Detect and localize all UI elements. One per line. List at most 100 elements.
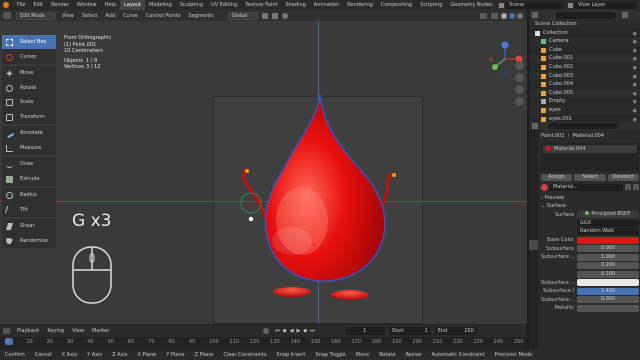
object-tab-icon[interactable] xyxy=(529,190,538,200)
subsurface-radius-x[interactable]: 1.000 xyxy=(577,253,639,261)
output-tab-icon[interactable] xyxy=(529,150,538,160)
current-frame-field[interactable]: 1 xyxy=(344,327,385,335)
tool-radius[interactable]: Radius xyxy=(2,188,56,203)
tab-layout[interactable]: Layout xyxy=(120,0,145,10)
menu-select[interactable]: Select xyxy=(78,13,101,19)
outliner-editor-icon[interactable] xyxy=(532,12,538,18)
editor-type-icon[interactable] xyxy=(3,12,11,19)
snap-icon[interactable] xyxy=(271,12,278,19)
menu-marker[interactable]: Marker xyxy=(88,328,113,334)
outliner-item[interactable]: Collection ◉ xyxy=(529,29,640,38)
orientation-selector[interactable]: Global xyxy=(227,11,258,20)
xray-icon[interactable] xyxy=(491,12,498,19)
outliner-item[interactable]: Cube.002 ◉ xyxy=(529,63,640,72)
play-reverse-icon[interactable]: ◀ xyxy=(290,328,294,334)
record-icon[interactable] xyxy=(263,328,270,334)
preview-panel-header[interactable]: › Preview xyxy=(541,194,639,203)
shading-material-icon[interactable] xyxy=(509,12,515,19)
tool-extrude[interactable]: Extrude xyxy=(2,171,56,186)
menu-view[interactable]: View xyxy=(58,13,78,19)
outliner-scene-collection[interactable]: Scene Collection xyxy=(529,20,640,29)
timeline-ruler[interactable]: 0 10 20 30 40 50 60 70 80 90 100 110 120 130 140 150 160… xyxy=(0,337,527,350)
assign-button[interactable]: Assign xyxy=(541,173,573,181)
outliner-item[interactable]: eyes ◉ xyxy=(529,105,640,115)
scene-selector[interactable]: Scene xyxy=(506,1,564,9)
blender-logo-icon[interactable] xyxy=(3,2,9,8)
tab-rendering[interactable]: Rendering xyxy=(343,0,377,10)
menu-curve[interactable]: Curve xyxy=(119,13,142,19)
material-slot-list[interactable]: Material.004 xyxy=(541,142,639,171)
tool-move[interactable]: Move xyxy=(2,66,56,81)
surface-panel-header[interactable]: ⌄ Surface xyxy=(541,202,639,211)
tool-transform[interactable]: Transform xyxy=(2,109,56,124)
start-frame-field[interactable]: Start 1 xyxy=(388,327,431,335)
subsurface-radius-z[interactable]: 0.100 xyxy=(577,270,639,278)
tab-texture-paint[interactable]: Texture Paint xyxy=(241,0,281,10)
proportional-icon[interactable] xyxy=(281,12,288,19)
surface-shader-field[interactable]: Principled BSDF xyxy=(577,211,639,219)
tab-geometry-nodes[interactable]: Geometry Nodes xyxy=(446,0,496,10)
jump-end-icon[interactable]: ⏭ xyxy=(310,328,315,334)
3d-viewport[interactable]: Select Box Cursor Move Rotate Scale Tran… xyxy=(0,21,527,324)
outliner-item[interactable]: Camera ◉ xyxy=(529,37,640,46)
physics-tab-icon[interactable] xyxy=(529,210,538,220)
view-layer-selector[interactable]: View Layer xyxy=(575,1,637,9)
next-key-icon[interactable]: ◆ xyxy=(303,328,307,334)
tab-uv-editing[interactable]: UV Editing xyxy=(207,0,241,10)
menu-timeline-view[interactable]: View xyxy=(68,328,88,334)
play-icon[interactable]: ▶ xyxy=(297,328,301,334)
tool-tab-icon[interactable] xyxy=(529,130,538,140)
tool-annotate[interactable]: Annotate xyxy=(2,126,56,141)
material-browse-icon[interactable] xyxy=(541,183,548,191)
data-tab-icon[interactable] xyxy=(529,230,538,240)
subsurface-color-swatch[interactable] xyxy=(577,279,639,287)
menu-help[interactable]: Help xyxy=(101,0,120,10)
overlay-icon[interactable] xyxy=(480,12,487,19)
shading-rendered-icon[interactable] xyxy=(517,12,523,19)
subsurface-anisotropy-field[interactable]: 0.000 xyxy=(577,296,639,304)
deselect-button[interactable]: Deselect xyxy=(607,173,639,181)
menu-file[interactable]: File xyxy=(13,0,29,10)
outliner-search-field[interactable] xyxy=(556,11,616,19)
outliner-item[interactable]: Empty ◉ xyxy=(529,97,640,106)
tool-scale[interactable]: Scale xyxy=(2,95,56,110)
constraint-tab-icon[interactable] xyxy=(529,220,538,230)
tool-cursor[interactable]: Cursor xyxy=(2,49,56,64)
zoom-icon[interactable] xyxy=(515,61,524,70)
jump-start-icon[interactable]: ⏮ xyxy=(275,328,280,334)
metallic-field[interactable] xyxy=(577,304,639,312)
subsurface-ior-field[interactable]: 1.400 xyxy=(577,287,639,295)
tool-measure[interactable]: Measure xyxy=(2,140,56,155)
menu-control-points[interactable]: Control Points xyxy=(142,13,185,19)
tool-shear[interactable]: Shear xyxy=(2,219,56,234)
world-tab-icon[interactable] xyxy=(529,180,538,190)
menu-playback[interactable]: Playback xyxy=(13,328,43,334)
properties-search-field[interactable] xyxy=(548,123,618,129)
material-tab-icon[interactable] xyxy=(529,240,538,250)
properties-editor-icon[interactable] xyxy=(532,123,538,129)
tab-modeling[interactable]: Modeling xyxy=(145,0,176,10)
distribution-dropdown[interactable]: GGX xyxy=(577,219,639,227)
outliner-item[interactable]: Cube.001 ◉ xyxy=(529,54,640,63)
tool-tilt[interactable]: Tilt xyxy=(2,202,56,217)
outliner-item[interactable]: Cube.003 ◉ xyxy=(529,71,640,81)
menu-window[interactable]: Window xyxy=(73,0,101,10)
outliner-item[interactable]: eyes.001 ◉ xyxy=(529,115,640,122)
subsurface-field[interactable]: 0.000 xyxy=(577,245,639,253)
modifier-tab-icon[interactable] xyxy=(529,200,538,210)
camera-view-icon[interactable] xyxy=(515,85,524,94)
render-tab-icon[interactable] xyxy=(529,140,538,150)
menu-render[interactable]: Render xyxy=(47,0,73,10)
menu-add[interactable]: Add xyxy=(101,13,119,19)
base-color-swatch[interactable] xyxy=(577,236,639,244)
subsurface-method-dropdown[interactable]: Random Walk xyxy=(577,228,639,236)
tool-draw[interactable]: Draw xyxy=(2,157,56,172)
tool-randomize[interactable]: Randomize xyxy=(2,233,56,248)
tab-scripting[interactable]: Scripting xyxy=(416,0,446,10)
tool-select-box[interactable]: Select Box xyxy=(2,35,56,50)
tab-shading[interactable]: Shading xyxy=(281,0,309,10)
view-layer-tab-icon[interactable] xyxy=(529,160,538,170)
subsurface-radius-y[interactable]: 0.200 xyxy=(577,262,639,270)
menu-edit[interactable]: Edit xyxy=(29,0,47,10)
pan-icon[interactable] xyxy=(515,73,524,82)
